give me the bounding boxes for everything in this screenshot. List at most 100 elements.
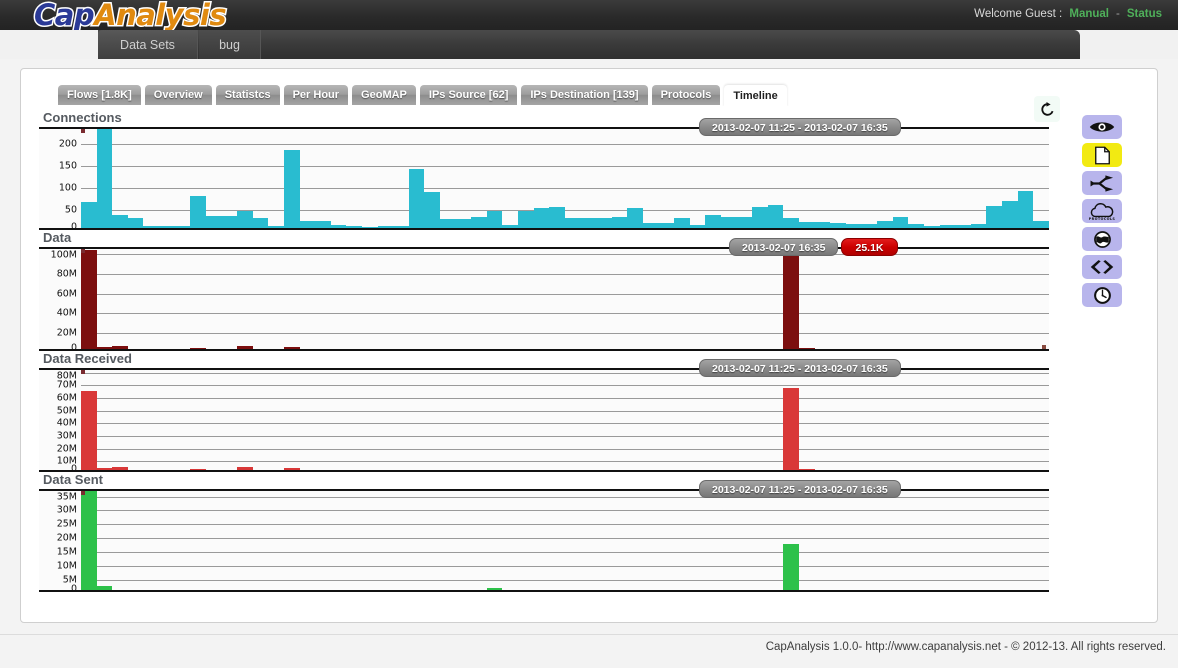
bar[interactable] — [205, 215, 222, 228]
bar[interactable] — [923, 225, 940, 228]
bar[interactable] — [486, 211, 503, 228]
tab-overview[interactable]: Overview — [144, 85, 212, 105]
bar[interactable] — [814, 221, 831, 228]
rail-button-timeline[interactable] — [1082, 283, 1122, 307]
bar[interactable] — [674, 218, 690, 228]
bar[interactable] — [799, 469, 815, 470]
tab-flows-1-8k[interactable]: Flows [1.8K] — [58, 85, 141, 105]
bar[interactable] — [81, 249, 97, 349]
bar[interactable] — [237, 210, 253, 228]
bar[interactable] — [159, 225, 175, 228]
bar[interactable] — [611, 216, 628, 228]
bar[interactable] — [174, 226, 191, 228]
bar[interactable] — [440, 219, 456, 228]
plot-data-sent[interactable]: 0 5M 10M 15M 20M 25M 30M 35M — [39, 489, 1049, 592]
rail-button-flows[interactable] — [1082, 171, 1122, 195]
bar[interactable] — [471, 217, 487, 228]
bar[interactable] — [783, 387, 800, 470]
bar[interactable] — [237, 346, 253, 349]
bar[interactable] — [861, 223, 878, 228]
rail-button-protocols[interactable]: PROTOCOLS — [1082, 199, 1122, 223]
bar[interactable] — [642, 222, 659, 228]
bar[interactable] — [315, 221, 331, 228]
rail-button-overview[interactable] — [1082, 115, 1122, 139]
bar[interactable] — [799, 221, 815, 228]
bar[interactable] — [564, 218, 581, 228]
bar[interactable] — [986, 206, 1002, 228]
bar[interactable] — [783, 254, 800, 349]
bar[interactable] — [518, 211, 534, 228]
menu-item-data-sets[interactable]: Data Sets — [98, 30, 198, 59]
bar[interactable] — [596, 218, 612, 228]
plot-connections[interactable]: 0 50 100 150 200 — [39, 127, 1049, 230]
bar[interactable] — [393, 226, 409, 228]
bar[interactable] — [627, 207, 643, 228]
bar[interactable] — [252, 218, 269, 228]
bar[interactable] — [1033, 221, 1049, 228]
bar[interactable] — [424, 192, 441, 228]
tab-timeline[interactable]: Timeline — [724, 85, 787, 107]
tab-ips-source-62[interactable]: IPs Source [62] — [419, 85, 518, 105]
bar[interactable] — [81, 391, 97, 470]
bar[interactable] — [720, 216, 737, 228]
bar[interactable] — [892, 216, 909, 228]
bar[interactable] — [81, 491, 97, 590]
bar[interactable] — [736, 217, 753, 228]
tab-ips-destination-139[interactable]: IPs Destination [139] — [521, 85, 648, 105]
bar[interactable] — [112, 345, 128, 349]
plot-data[interactable]: 0 20M 40M 60M 80M 100M — [39, 247, 1049, 351]
plot-data-received[interactable]: 0 10M 20M 30M 40M 50M 60M 70M 80M — [39, 368, 1049, 472]
bar[interactable] — [845, 223, 862, 228]
bar[interactable] — [299, 221, 316, 228]
bar[interactable] — [283, 149, 300, 228]
bar[interactable] — [877, 221, 893, 228]
manual-link[interactable]: Manual — [1069, 8, 1109, 20]
bar[interactable] — [81, 201, 97, 228]
bar[interactable] — [908, 223, 924, 228]
bar[interactable] — [580, 218, 597, 228]
bar[interactable] — [705, 214, 721, 228]
bar[interactable] — [533, 208, 550, 228]
bar[interactable] — [1001, 200, 1018, 228]
bar[interactable] — [190, 347, 206, 349]
bar[interactable] — [752, 206, 768, 228]
bar[interactable] — [783, 218, 800, 228]
rail-button-report[interactable] — [1082, 143, 1122, 167]
bar[interactable] — [112, 467, 128, 470]
rail-button-geomap[interactable] — [1082, 227, 1122, 251]
bar[interactable] — [190, 195, 206, 228]
bar[interactable] — [486, 588, 503, 590]
bar[interactable] — [96, 129, 113, 228]
bar[interactable] — [268, 225, 284, 228]
bar[interactable] — [970, 223, 987, 228]
bar[interactable] — [377, 225, 394, 228]
tab-per-hour[interactable]: Per Hour — [283, 85, 349, 105]
bar[interactable] — [283, 468, 300, 470]
bar[interactable] — [112, 215, 128, 228]
bar[interactable] — [799, 348, 815, 349]
bar[interactable] — [346, 226, 362, 228]
bar[interactable] — [502, 224, 519, 228]
bar[interactable] — [221, 216, 238, 228]
status-link[interactable]: Status — [1127, 8, 1162, 20]
tab-protocols[interactable]: Protocols — [651, 85, 721, 105]
bar[interactable] — [658, 222, 675, 228]
bar[interactable] — [330, 224, 347, 228]
bar[interactable] — [283, 347, 300, 349]
menu-item-bug[interactable]: bug — [199, 30, 261, 59]
bar[interactable] — [689, 225, 706, 228]
bar[interactable] — [455, 219, 472, 228]
bar[interactable] — [767, 205, 784, 228]
bar[interactable] — [143, 225, 160, 228]
bar[interactable] — [783, 544, 800, 590]
bar[interactable] — [96, 468, 113, 470]
bar[interactable] — [830, 222, 846, 228]
bar[interactable] — [96, 347, 113, 349]
bar[interactable] — [955, 225, 971, 228]
bar[interactable] — [237, 467, 253, 470]
bar[interactable] — [408, 169, 425, 228]
bar[interactable] — [190, 468, 206, 470]
rail-button-source[interactable] — [1082, 255, 1122, 279]
bar[interactable] — [1017, 190, 1034, 228]
tab-geomap[interactable]: GeoMAP — [352, 85, 416, 105]
